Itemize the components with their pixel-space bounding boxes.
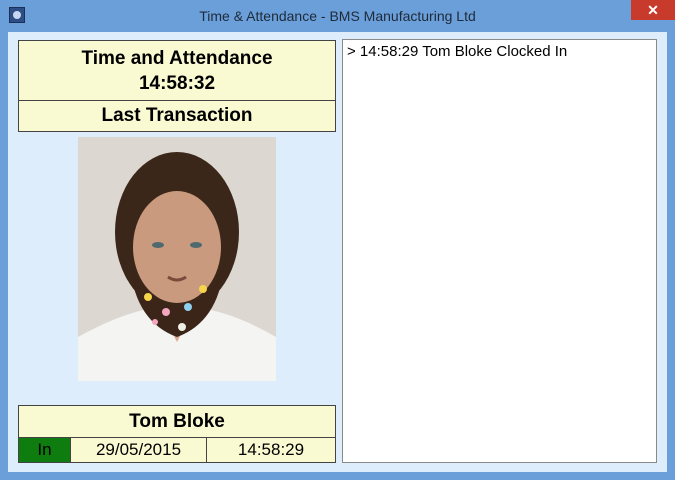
last-transaction-label: Last Transaction	[18, 100, 336, 132]
status-badge: In	[19, 438, 71, 462]
window-title: Time & Attendance - BMS Manufacturing Lt…	[199, 8, 476, 24]
transaction-date: 29/05/2015	[71, 438, 207, 462]
current-time: 14:58:32	[138, 73, 216, 94]
app-window: Time & Attendance - BMS Manufacturing Lt…	[0, 0, 675, 480]
employee-photo	[78, 137, 276, 381]
title-bar[interactable]: Time & Attendance - BMS Manufacturing Lt…	[0, 0, 675, 33]
log-entry: > 14:58:29 Tom Bloke Clocked In	[347, 43, 568, 60]
close-button[interactable]: ✕	[631, 0, 675, 20]
activity-log[interactable]: > 14:58:29 Tom Bloke Clocked In	[342, 39, 657, 463]
transaction-details-row: In 29/05/2015 14:58:29	[18, 437, 336, 463]
header-title: Time and Attendance	[81, 48, 273, 69]
close-icon: ✕	[647, 2, 659, 18]
main-client-area: Time and Attendance 14:58:32 Last Transa…	[8, 32, 667, 472]
employee-name: Tom Bloke	[18, 405, 336, 438]
header-panel: Time and Attendance 14:58:32	[18, 40, 336, 101]
transaction-time: 14:58:29	[237, 440, 305, 459]
